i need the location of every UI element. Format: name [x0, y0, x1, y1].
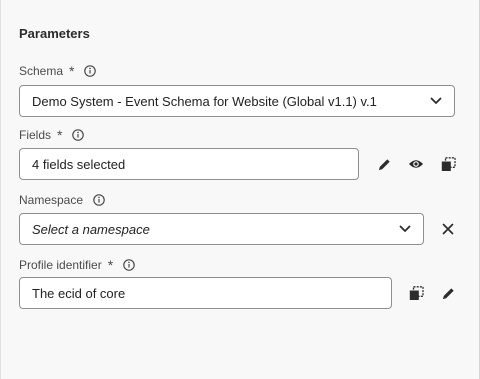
- profile-identifier-label: Profile identifier: [19, 258, 102, 272]
- fields-input-value: 4 fields selected: [32, 156, 126, 172]
- pencil-icon[interactable]: [374, 154, 394, 174]
- namespace-select[interactable]: Select a namespace: [19, 213, 424, 245]
- profile-identifier-label-row: Profile identifier *: [19, 258, 135, 272]
- profile-identifier-value: The ecid of core: [32, 285, 126, 301]
- copy-icon[interactable]: [438, 154, 458, 174]
- panel-heading: Parameters: [19, 26, 90, 41]
- info-icon[interactable]: [84, 65, 97, 77]
- fields-label-row: Fields *: [19, 127, 85, 143]
- namespace-label-row: Namespace: [19, 193, 105, 207]
- profile-identifier-required-mark: *: [107, 257, 114, 273]
- pencil-icon[interactable]: [438, 283, 458, 303]
- fields-required-mark: *: [57, 127, 63, 143]
- schema-required-mark: *: [69, 63, 75, 79]
- parameters-panel: Parameters Schema * Demo System - Event …: [0, 0, 480, 379]
- schema-label-row: Schema *: [19, 63, 97, 79]
- profile-identifier-input[interactable]: The ecid of core: [19, 277, 392, 309]
- schema-select[interactable]: Demo System - Event Schema for Website (…: [19, 85, 455, 117]
- fields-label: Fields: [19, 128, 52, 142]
- copy-icon[interactable]: [406, 283, 426, 303]
- namespace-select-placeholder: Select a namespace: [32, 221, 150, 237]
- schema-label: Schema: [19, 64, 64, 78]
- schema-select-value: Demo System - Event Schema for Website (…: [32, 93, 377, 109]
- eye-icon[interactable]: [406, 154, 426, 174]
- fields-input[interactable]: 4 fields selected: [19, 148, 359, 180]
- info-icon[interactable]: [72, 129, 85, 141]
- namespace-label: Namespace: [19, 193, 84, 207]
- info-icon[interactable]: [93, 194, 105, 206]
- chevron-down-icon: [399, 223, 411, 235]
- chevron-down-icon: [430, 95, 442, 107]
- close-icon[interactable]: [438, 219, 458, 239]
- info-icon[interactable]: [123, 259, 135, 271]
